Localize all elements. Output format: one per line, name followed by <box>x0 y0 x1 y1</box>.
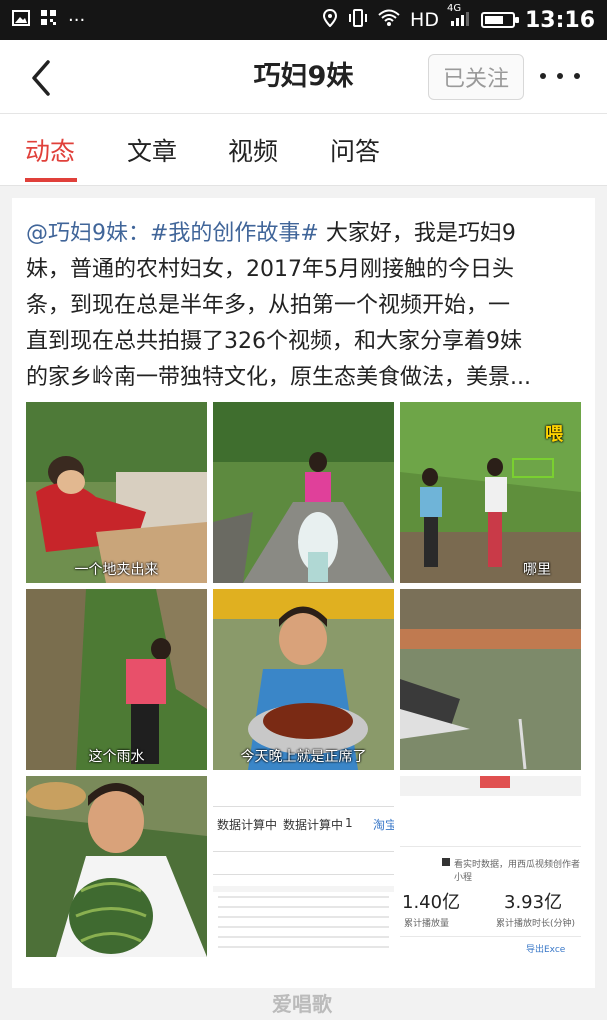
author-mention[interactable]: @巧妇9妹： <box>26 221 150 246</box>
image-thumbnail[interactable] <box>400 589 581 770</box>
header: 巧妇9妹 已关注 <box>0 40 607 114</box>
more-dots-icon[interactable] <box>540 64 580 88</box>
image-thumbnail[interactable]: 看实时数据，用西瓜视频创作者小程 1.40亿 累计播放量 3.93亿 累计播放时… <box>400 776 581 957</box>
network-label: 4G <box>446 2 462 14</box>
image-grid: 一个地夹出来 喂 哪里 这个雨水 今天晚上就是正席了 数据计算中 数据计算中 1… <box>26 402 581 958</box>
battery-icon <box>480 12 519 28</box>
image-thumbnail[interactable]: 一个地夹出来 <box>26 402 207 583</box>
image-thumbnail[interactable]: 这个雨水 <box>26 589 207 770</box>
stat-value: 1.40亿 <box>402 892 461 913</box>
grid-icon <box>40 9 58 32</box>
post-line: @巧妇9妹：#我的创作故事# 大家好，我是巧妇9 <box>26 216 581 252</box>
wifi-icon <box>378 9 400 32</box>
image-thumbnail[interactable]: 今天晚上就是正席了 <box>213 589 394 770</box>
post-line-text: 大家好，我是巧妇9 <box>318 221 516 246</box>
post-line: 直到现在总共拍摄了326个视频，和大家分享着9妹 <box>26 329 522 354</box>
stat-label: 数据计算中 <box>217 818 278 832</box>
active-tab-indicator <box>25 178 77 182</box>
tab-articles[interactable]: 文章 <box>127 132 177 168</box>
tab-qa[interactable]: 问答 <box>330 132 380 168</box>
tab-dynamics[interactable]: 动态 <box>25 132 75 168</box>
post-line: 妹，普通的农村妇女，2017年5月刚接触的今日头 <box>26 257 514 282</box>
post-line: 的家乡岭南一带独特文化，原生态美食做法，美景... <box>26 365 531 390</box>
image-caption: 一个地夹出来 <box>74 562 159 578</box>
image-caption: 哪里 <box>523 562 551 578</box>
tab-bar: 动态 文章 视频 问答 <box>0 114 607 186</box>
image-thumbnail[interactable]: 喂 哪里 <box>400 402 581 583</box>
post-line: 条，到现在总是半年多，从拍第一个视频开始，一 <box>26 293 511 318</box>
export-link: 导出Exce <box>526 945 566 955</box>
image-thumbnail[interactable] <box>213 402 394 583</box>
image-caption: 今天晚上就是正席了 <box>240 749 367 765</box>
watermark: 爱唱歌 <box>272 992 332 1016</box>
location-icon <box>322 8 338 32</box>
signal-icon: 4G <box>447 3 471 32</box>
image-thumbnail[interactable] <box>26 776 207 957</box>
status-bar: ··· HD 4G 13:16 <box>0 0 607 40</box>
image-thumbnail[interactable]: 数据计算中 数据计算中 1 淘宝 <box>213 776 394 957</box>
tab-videos[interactable]: 视频 <box>228 132 278 168</box>
image-caption: 这个雨水 <box>88 749 145 765</box>
clock: 13:16 <box>524 7 595 33</box>
more-dots-icon: ··· <box>68 9 86 31</box>
stat-label: 累计播放量 <box>404 919 450 929</box>
promo-note: 看实时数据，用西瓜视频创作者小程 <box>454 860 581 883</box>
stat-label: 累计播放时长(分钟) <box>496 919 576 929</box>
post-text[interactable]: @巧妇9妹：#我的创作故事# 大家好，我是巧妇9 妹，普通的农村妇女，2017年… <box>26 216 581 396</box>
follow-button[interactable]: 已关注 <box>428 54 524 100</box>
hd-label: HD <box>410 9 439 31</box>
sticker-text: 喂 <box>545 424 563 445</box>
stat-link: 淘宝 <box>373 818 394 832</box>
hashtag-link[interactable]: #我的创作故事# <box>150 221 319 246</box>
stat-value: 3.93亿 <box>504 892 563 913</box>
post-card[interactable]: @巧妇9妹：#我的创作故事# 大家好，我是巧妇9 妹，普通的农村妇女，2017年… <box>12 198 595 988</box>
stat-label: 数据计算中 <box>283 818 344 832</box>
stat-value: 1 <box>345 816 353 830</box>
image-icon <box>12 9 30 31</box>
vibrate-icon <box>348 8 368 32</box>
